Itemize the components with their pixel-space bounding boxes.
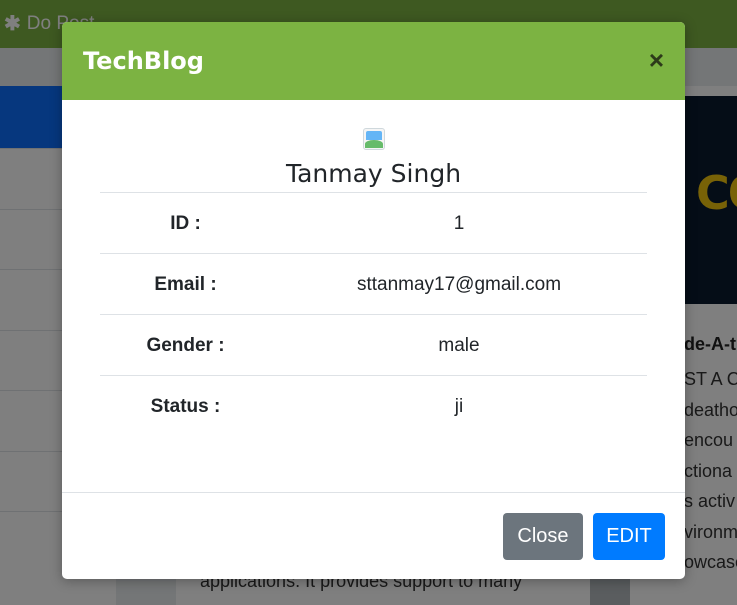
profile-modal: TechBlog × Tanmay Singh ID : 1 Email : s…	[62, 22, 685, 579]
detail-value: ji	[454, 396, 464, 418]
edit-button[interactable]: EDIT	[593, 513, 665, 560]
table-row: Email : sttanmay17@gmail.com	[100, 253, 647, 315]
table-row: ID : 1	[100, 192, 647, 254]
detail-value: male	[438, 335, 480, 356]
detail-label: Gender :	[146, 335, 225, 356]
detail-value: 1	[453, 213, 465, 234]
close-button[interactable]: Close	[503, 513, 583, 560]
modal-footer: Close EDIT	[62, 492, 685, 579]
avatar	[362, 128, 385, 150]
detail-value: sttanmay17@gmail.com	[356, 274, 562, 295]
table-row: Gender : male	[100, 314, 647, 376]
table-row: Status : ji	[100, 375, 647, 437]
detail-label: Status :	[150, 396, 221, 418]
detail-label: ID :	[170, 213, 201, 234]
detail-label: Email :	[154, 274, 217, 295]
modal-title: TechBlog	[83, 47, 204, 75]
avatar-container	[100, 100, 647, 156]
profile-name: Tanmay Singh	[285, 159, 462, 188]
modal-header: TechBlog ×	[62, 22, 685, 100]
profile-details-table: ID : 1 Email : sttanmay17@gmail.com Gend…	[100, 192, 647, 437]
modal-body: Tanmay Singh ID : 1 Email : sttanmay17@g…	[62, 100, 685, 492]
close-icon[interactable]: ×	[649, 47, 664, 73]
